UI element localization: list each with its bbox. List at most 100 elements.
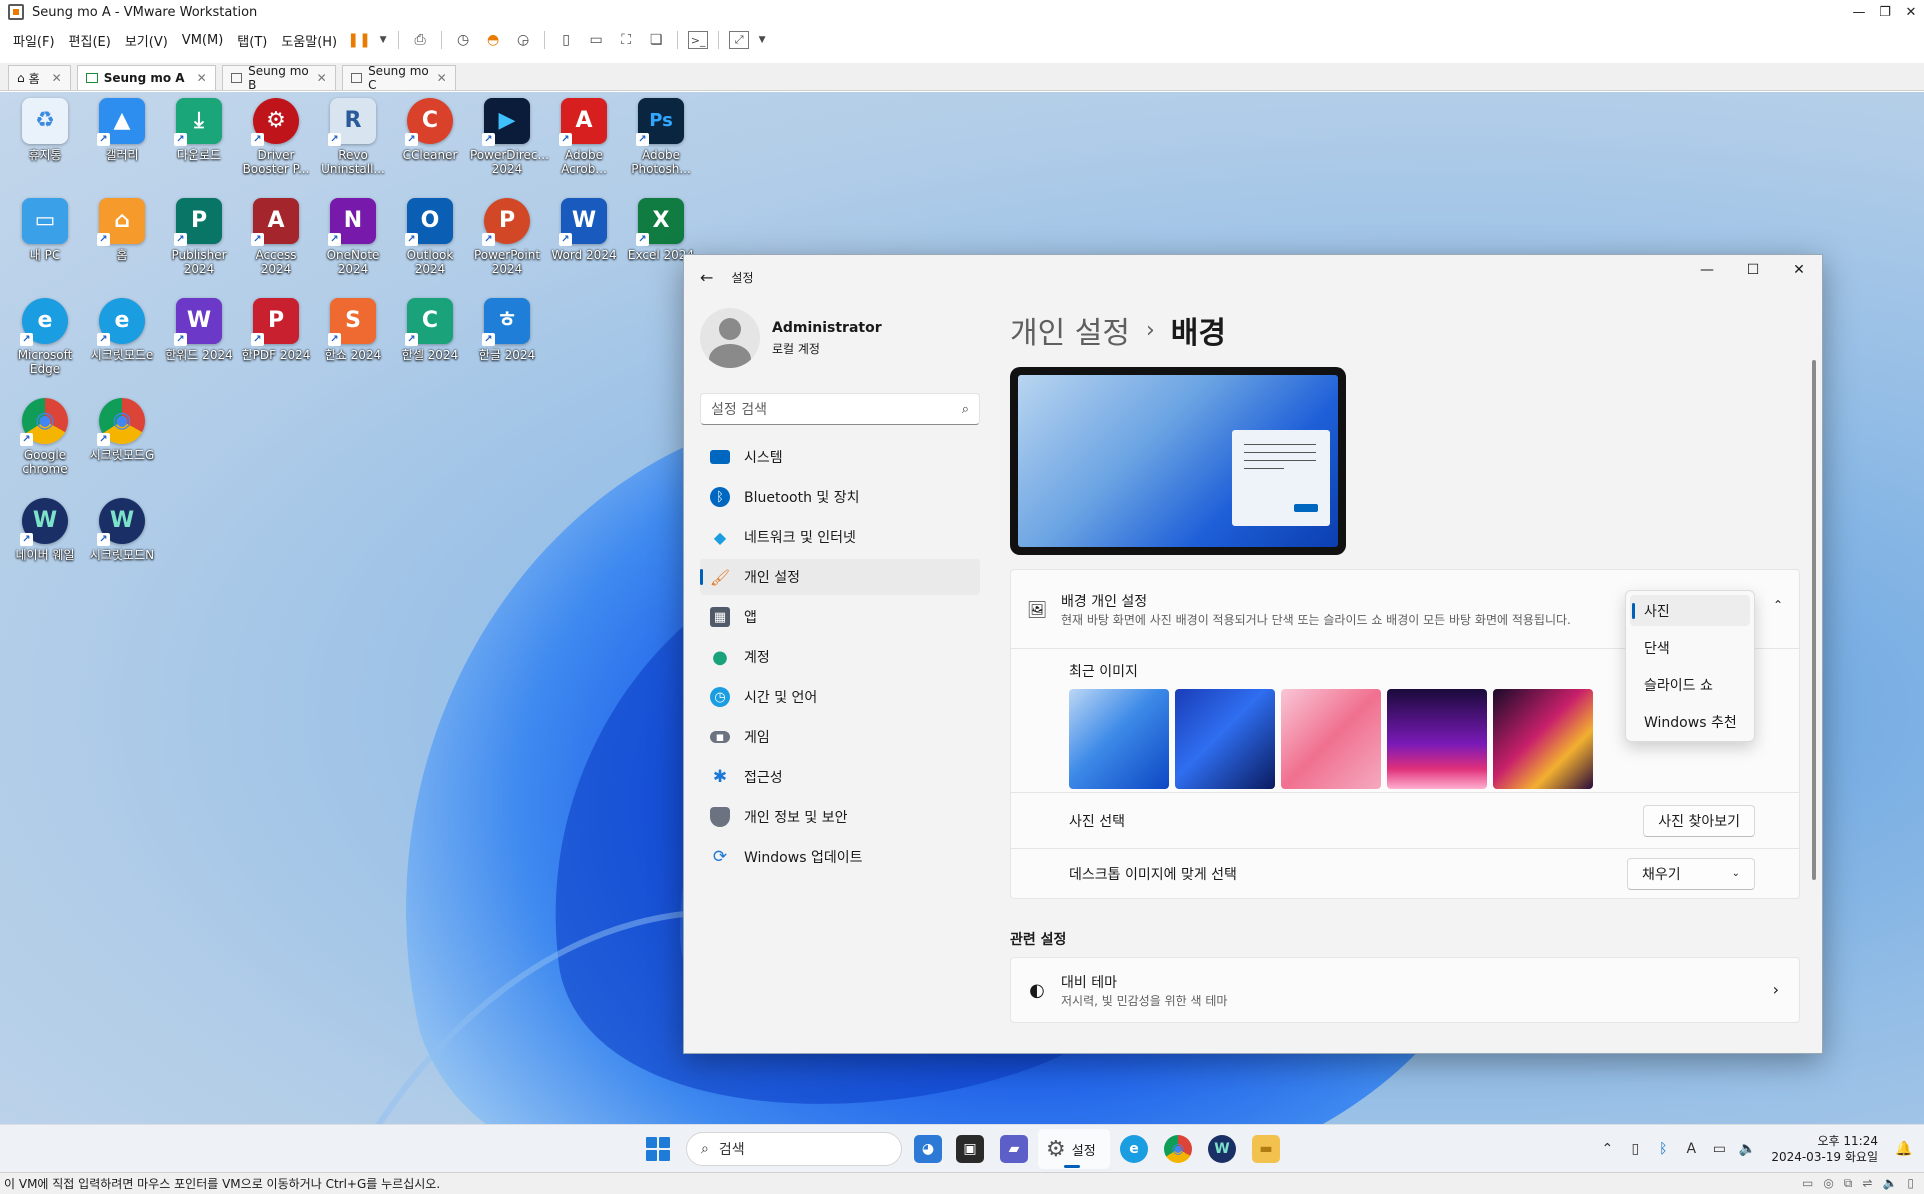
chevron-up-icon[interactable]: ⌃: [1773, 598, 1783, 612]
volume-icon[interactable]: 🔈: [1733, 1141, 1761, 1157]
menu-file[interactable]: 파일(F): [6, 31, 62, 50]
dropdown-option-windows-spotlight[interactable]: Windows 추천: [1630, 706, 1750, 737]
chevron-up-icon[interactable]: ⌃: [1593, 1141, 1621, 1157]
sidebar-item-windows-update[interactable]: ⟳ Windows 업데이트: [700, 839, 980, 875]
stretch-guest-icon[interactable]: ⤢: [729, 31, 750, 49]
recent-image-thumb[interactable]: [1281, 689, 1381, 789]
usb-icon[interactable]: ▯: [1621, 1141, 1649, 1157]
desktop-icon-ccleaner[interactable]: C CCleaner: [393, 98, 467, 162]
settings-maximize-button[interactable]: ☐: [1730, 255, 1776, 285]
maximize-button[interactable]: ❐: [1872, 5, 1898, 20]
console-icon[interactable]: >_: [688, 31, 709, 49]
desktop-icon-whale-private[interactable]: W 시크릿모드N: [85, 498, 159, 562]
start-button[interactable]: [646, 1137, 670, 1161]
edge-icon[interactable]: e: [1120, 1135, 1148, 1163]
revert-snapshot-icon[interactable]: ◓: [482, 29, 504, 51]
desktop-icon-outlook[interactable]: OOutlook 2024: [393, 198, 467, 276]
hard-disk-icon[interactable]: ▭: [1802, 1176, 1813, 1191]
whale-icon[interactable]: W: [1208, 1135, 1236, 1163]
file-explorer-icon[interactable]: ▬: [1252, 1135, 1280, 1163]
desktop-icon-hancell[interactable]: C 한셀 2024: [393, 298, 467, 362]
desktop-icon-whale[interactable]: W 네이버 웨일: [8, 498, 82, 562]
breadcrumb-parent[interactable]: 개인 설정: [1010, 308, 1130, 352]
notification-bell-icon[interactable]: 🔔: [1890, 1141, 1918, 1157]
snapshot-manager-icon[interactable]: ◶: [512, 29, 534, 51]
desktop-icon-gallery[interactable]: ▲ 갤러리: [85, 98, 159, 162]
widgets-icon[interactable]: ◕: [914, 1135, 942, 1163]
stretch-dropdown-icon[interactable]: ▼: [757, 29, 767, 51]
fit-select[interactable]: 채우기 ⌄: [1627, 857, 1755, 890]
sidebar-item-gaming[interactable]: ▪ 게임: [700, 719, 980, 755]
unity-icon[interactable]: ❏: [645, 29, 667, 51]
close-icon[interactable]: ✕: [197, 71, 207, 85]
desktop-icon-edge-private[interactable]: e 시크릿모드e: [85, 298, 159, 362]
desktop-icon-recycle-bin[interactable]: ♻ 휴지통: [8, 98, 82, 162]
taskbar-clock[interactable]: 오후 11:24 2024-03-19 화요일: [1771, 1133, 1878, 1165]
desktop-icon-hanshow[interactable]: S 한쇼 2024: [316, 298, 390, 362]
back-arrow-icon[interactable]: ←: [700, 268, 713, 287]
desktop-icon-powerpoint[interactable]: PPowerPoint 2024: [470, 198, 544, 276]
desktop-icon-word[interactable]: W Word 2024: [547, 198, 621, 262]
pause-dropdown-icon[interactable]: ▼: [378, 29, 388, 51]
close-icon[interactable]: ✕: [437, 71, 447, 85]
desktop-icon-access[interactable]: AAccess 2024: [239, 198, 313, 276]
desktop-icon-chrome-private[interactable]: ◉ 시크릿모드G: [85, 398, 159, 462]
desktop-icon-this-pc[interactable]: ▭ 내 PC: [8, 198, 82, 262]
input-method-icon[interactable]: A: [1677, 1141, 1705, 1157]
settings-search-input[interactable]: 설정 검색 ⌕: [700, 393, 980, 425]
contrast-theme-card[interactable]: ◐ 대비 테마 저시력, 빛 민감성을 위한 색 테마 ›: [1010, 957, 1800, 1023]
settings-scrollbar[interactable]: [1812, 350, 1816, 1045]
tab-seung-mo-a[interactable]: Seung mo A ✕: [76, 65, 216, 90]
network-icon[interactable]: ▭: [1705, 1141, 1733, 1157]
desktop-icon-hangul[interactable]: ㅎ 한글 2024: [470, 298, 544, 362]
sidebar-item-privacy[interactable]: 개인 정보 및 보안: [700, 799, 980, 835]
network-adapter-icon[interactable]: ⧉: [1844, 1176, 1853, 1191]
tab-seung-mo-b[interactable]: Seung mo B ✕: [221, 64, 336, 92]
desktop-icon-downloads[interactable]: ⤓ 다운로드: [162, 98, 236, 162]
sidebar-item-accessibility[interactable]: ✱ 접근성: [700, 759, 980, 795]
sidebar-item-bluetooth[interactable]: ᛒ Bluetooth 및 장치: [700, 479, 980, 515]
display-icon[interactable]: ▯: [1907, 1176, 1914, 1191]
menu-view[interactable]: 보기(V): [118, 31, 175, 50]
close-icon[interactable]: ✕: [52, 71, 62, 85]
sidebar-item-system[interactable]: 시스템: [700, 439, 980, 475]
dropdown-option-solid-color[interactable]: 단색: [1630, 632, 1750, 663]
desktop-icon-chrome[interactable]: ◉Google chrome: [8, 398, 82, 476]
chat-icon[interactable]: ▰: [1000, 1135, 1028, 1163]
close-button[interactable]: ✕: [1898, 5, 1924, 20]
close-icon[interactable]: ✕: [317, 71, 327, 85]
menu-vm[interactable]: VM(M): [175, 33, 230, 48]
recent-image-thumb[interactable]: [1175, 689, 1275, 789]
task-view-icon[interactable]: ▣: [956, 1135, 984, 1163]
menu-tab[interactable]: 탭(T): [230, 31, 274, 50]
fullscreen-icon[interactable]: ⛶: [615, 29, 637, 51]
chrome-icon[interactable]: ◉: [1164, 1135, 1192, 1163]
desktop-icon-powerdirector[interactable]: ▶PowerDirec... 2024: [470, 98, 549, 176]
thumbnail-view-icon[interactable]: ▭: [585, 29, 607, 51]
recent-image-thumb[interactable]: [1493, 689, 1593, 789]
bluetooth-icon[interactable]: ᛒ: [1649, 1141, 1677, 1157]
desktop-icon-revo[interactable]: RRevo Uninstall...: [316, 98, 390, 176]
desktop-icon-publisher[interactable]: PPublisher 2024: [162, 198, 236, 276]
sidebar-item-accounts[interactable]: ● 계정: [700, 639, 980, 675]
taskbar-settings-app[interactable]: ⚙ 설정: [1038, 1129, 1110, 1169]
dropdown-option-picture[interactable]: 사진: [1630, 595, 1750, 626]
desktop-icon-hanpdf[interactable]: P 한PDF 2024: [239, 298, 313, 362]
cd-drive-icon[interactable]: ◎: [1823, 1176, 1833, 1191]
desktop-icon-acrobat[interactable]: AAdobe Acrob...: [547, 98, 621, 176]
sidebar-item-network[interactable]: ◆ 네트워크 및 인터넷: [700, 519, 980, 555]
desktop-icon-excel[interactable]: XExcel 2024: [624, 198, 698, 262]
taskbar-search-input[interactable]: ⌕ 검색: [686, 1132, 902, 1166]
pause-icon[interactable]: ❚❚: [347, 29, 370, 51]
browse-photos-button[interactable]: 사진 찾아보기: [1643, 804, 1755, 837]
recent-image-thumb[interactable]: [1387, 689, 1487, 789]
snapshot-icon[interactable]: ◷: [452, 29, 474, 51]
sidebar-item-time-language[interactable]: ◷ 시간 및 언어: [700, 679, 980, 715]
menu-edit[interactable]: 편집(E): [62, 31, 118, 50]
minimize-button[interactable]: —: [1846, 5, 1872, 20]
desktop-icon-home[interactable]: ⌂홈: [85, 198, 159, 262]
desktop-icon-photoshop[interactable]: PsAdobe Photosh...: [624, 98, 698, 176]
recent-image-thumb[interactable]: [1069, 689, 1169, 789]
background-card-header[interactable]: 🖼 배경 개인 설정 현재 바탕 화면에 사진 배경이 적용되거나 단색 또는 …: [1011, 570, 1799, 742]
desktop-icon-hanword[interactable]: W 한워드 2024: [162, 298, 236, 362]
